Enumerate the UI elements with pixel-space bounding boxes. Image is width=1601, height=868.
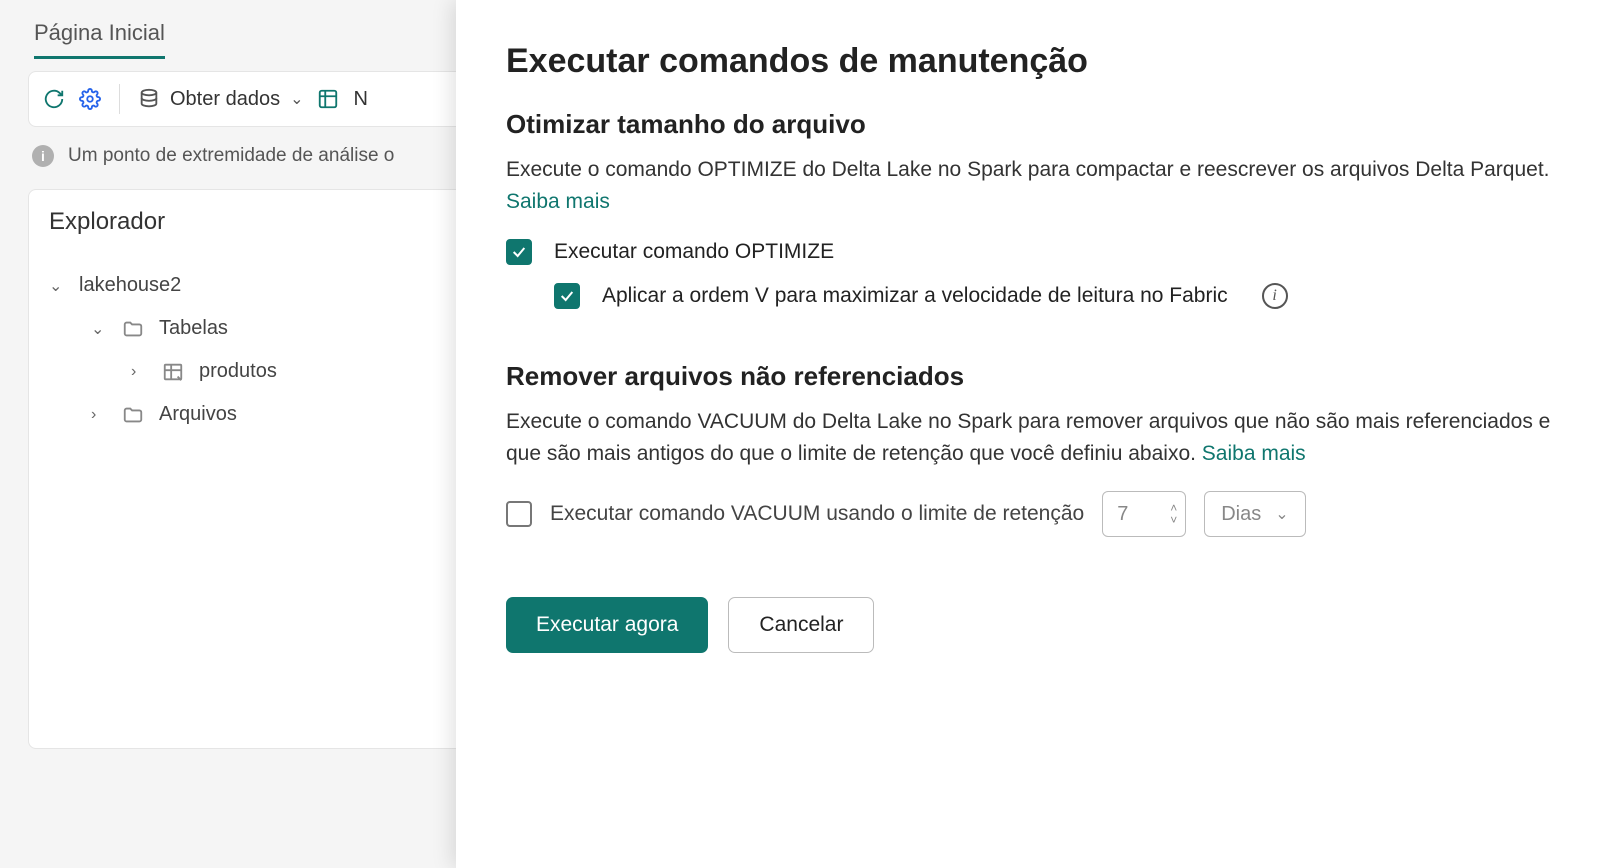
- toolbar-divider: [119, 84, 120, 114]
- toolbar-overflow-char: N: [353, 88, 367, 111]
- cancel-button[interactable]: Cancelar: [728, 597, 874, 653]
- tree-node-label: produtos: [199, 360, 277, 383]
- retention-value-stepper[interactable]: 7 ˄˅: [1102, 491, 1186, 537]
- gear-icon[interactable]: [79, 88, 101, 110]
- get-data-button[interactable]: Obter dados ⌄: [138, 88, 303, 111]
- stepper-arrows[interactable]: ˄˅: [1170, 502, 1177, 526]
- chevron-down-icon: ˅: [1170, 514, 1177, 526]
- refresh-icon[interactable]: [43, 88, 65, 110]
- chevron-down-icon: ⌄: [91, 319, 107, 339]
- optimize-desc-text: Execute o comando OPTIMIZE do Delta Lake…: [506, 158, 1550, 181]
- grid-icon[interactable]: [317, 88, 339, 110]
- tree-node-label: Tabelas: [159, 317, 228, 340]
- retention-unit-select[interactable]: Dias ⌄: [1204, 491, 1305, 537]
- vacuum-desc: Execute o comando VACUUM do Delta Lake n…: [506, 406, 1551, 469]
- info-bar-text: Um ponto de extremidade de análise o: [68, 145, 394, 167]
- chevron-down-icon: ⌄: [290, 89, 303, 109]
- retention-value: 7: [1117, 503, 1128, 526]
- optimize-heading: Otimizar tamanho do arquivo: [506, 109, 1551, 140]
- info-icon[interactable]: i: [1262, 283, 1288, 309]
- retention-unit: Dias: [1221, 503, 1261, 526]
- folder-icon: [121, 404, 145, 426]
- checkbox-vacuum-label: Executar comando VACUUM usando o limite …: [550, 502, 1084, 526]
- checkbox-optimize-label: Executar comando OPTIMIZE: [554, 240, 834, 264]
- vacuum-learn-more-link[interactable]: Saiba mais: [1202, 442, 1306, 465]
- run-now-button[interactable]: Executar agora: [506, 597, 708, 653]
- chevron-right-icon: ›: [91, 406, 107, 424]
- optimize-learn-more-link[interactable]: Saiba mais: [506, 190, 610, 213]
- checkbox-vorder[interactable]: [554, 283, 580, 309]
- tab-home[interactable]: Página Inicial: [34, 20, 165, 59]
- checkbox-vacuum[interactable]: [506, 501, 532, 527]
- tree-node-label: lakehouse2: [79, 274, 181, 297]
- chevron-down-icon: ⌄: [49, 276, 65, 296]
- vacuum-heading: Remover arquivos não referenciados: [506, 361, 1551, 392]
- info-icon: i: [32, 145, 54, 167]
- get-data-label: Obter dados: [170, 88, 280, 111]
- table-icon: [161, 361, 185, 383]
- checkbox-optimize[interactable]: [506, 239, 532, 265]
- maintenance-panel: Executar comandos de manutenção Otimizar…: [456, 0, 1601, 868]
- vacuum-desc-text: Execute o comando VACUUM do Delta Lake n…: [506, 410, 1550, 465]
- panel-title: Executar comandos de manutenção: [506, 42, 1551, 81]
- chevron-right-icon: ›: [131, 363, 147, 381]
- chevron-down-icon: ⌄: [1275, 504, 1288, 524]
- tree-node-label: Arquivos: [159, 403, 237, 426]
- explorer-title: Explorador: [49, 208, 165, 236]
- folder-icon: [121, 318, 145, 340]
- database-icon: [138, 88, 160, 110]
- checkbox-vorder-label: Aplicar a ordem V para maximizar a veloc…: [602, 284, 1228, 308]
- optimize-desc: Execute o comando OPTIMIZE do Delta Lake…: [506, 154, 1551, 217]
